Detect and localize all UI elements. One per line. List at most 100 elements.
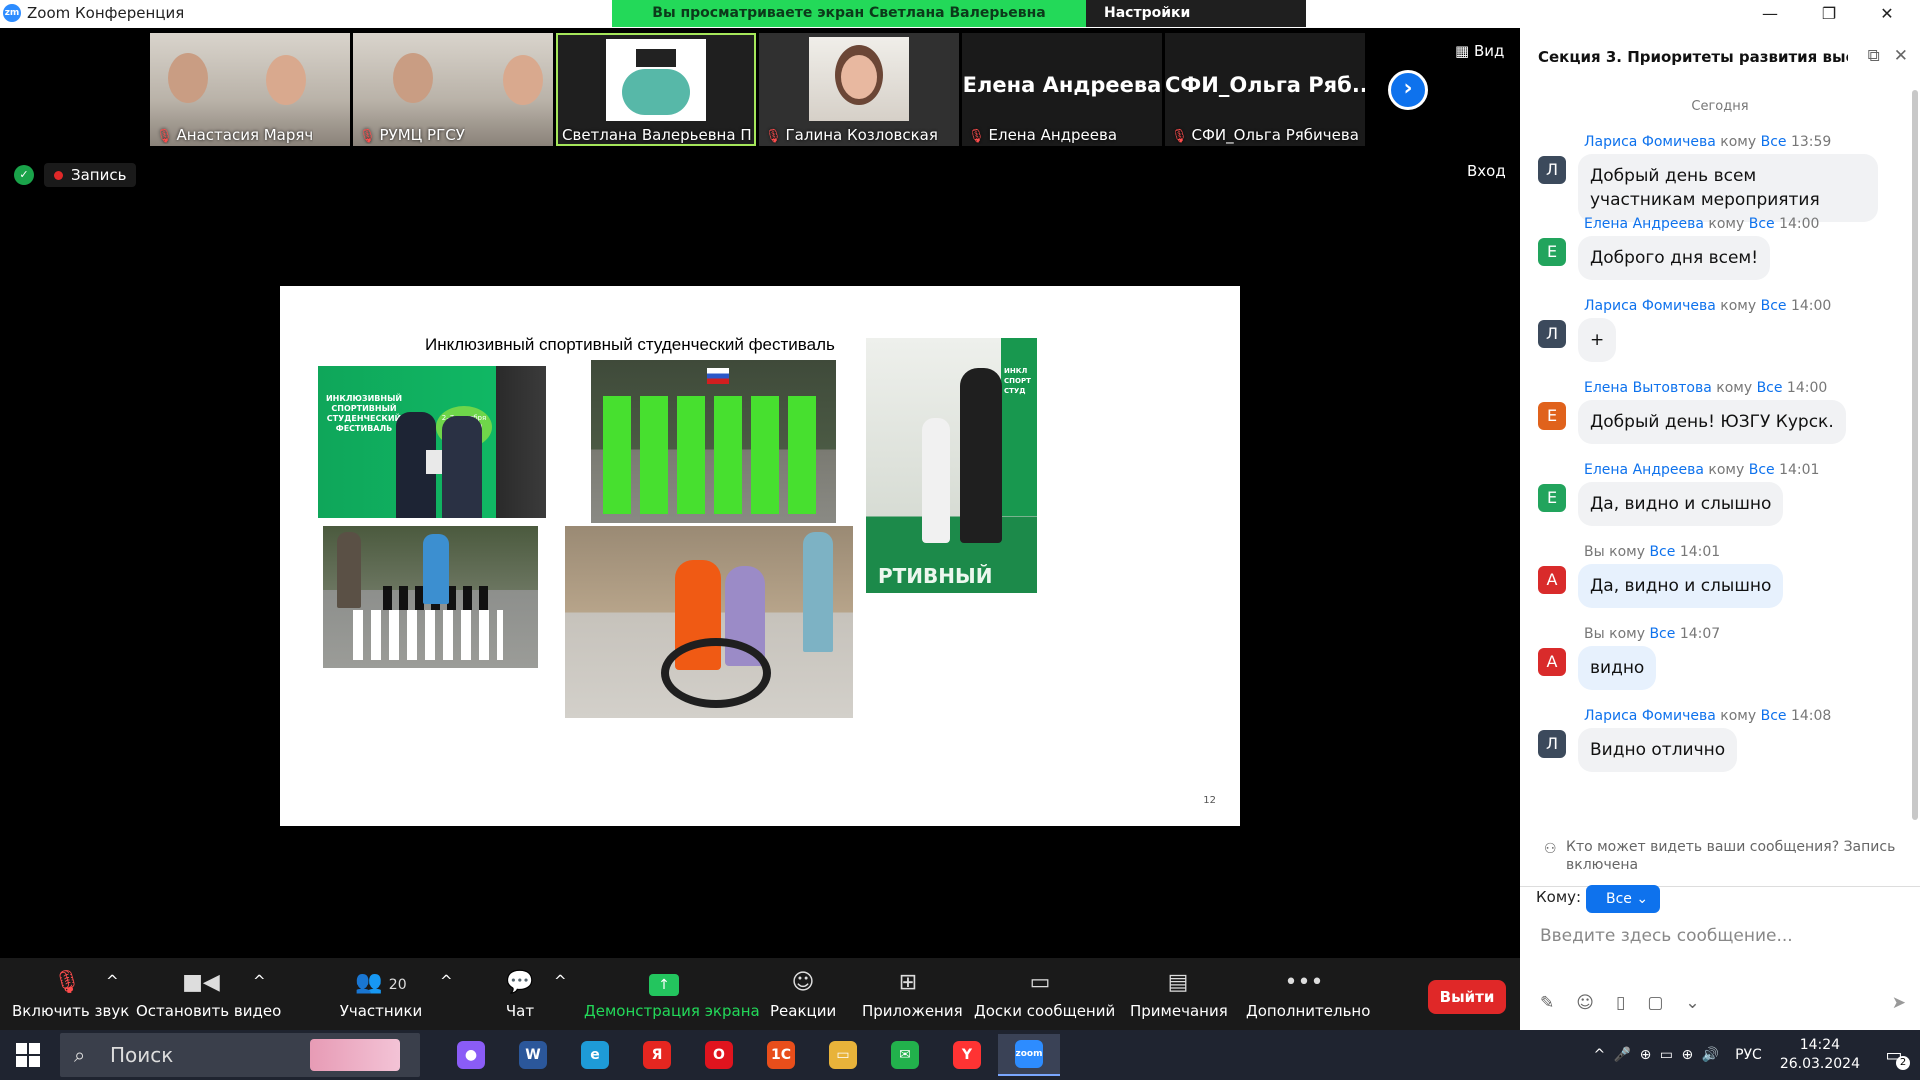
message-time: 14:01 — [1675, 544, 1721, 560]
taskbar-search[interactable]: ⌕ Поиск — [60, 1033, 420, 1077]
photo-wheelchair — [565, 526, 853, 718]
chevron-down-icon: ⌄ — [1636, 891, 1649, 907]
minimize-button[interactable]: — — [1747, 0, 1793, 28]
view-button[interactable]: ▦ Вид — [1455, 42, 1504, 60]
emoji-icon[interactable]: ☺ — [1576, 993, 1594, 1013]
format-text-icon[interactable]: ✎ — [1540, 993, 1554, 1013]
input-language[interactable]: РУС — [1735, 1047, 1762, 1063]
recipient-name[interactable]: Все — [1649, 544, 1675, 560]
login-button[interactable]: Вход — [1467, 162, 1506, 180]
chevron-down-icon[interactable]: ⌄ — [1685, 993, 1699, 1013]
message-time: 14:07 — [1675, 626, 1721, 642]
taskbar-app-ybrowser[interactable]: Y — [936, 1034, 998, 1076]
file-icon[interactable]: ▯ — [1616, 993, 1625, 1013]
taskbar-app-yandex[interactable]: Я — [626, 1034, 688, 1076]
more-button[interactable]: ••• Дополнительно — [1246, 968, 1370, 1020]
audio-options-caret[interactable]: ^ — [106, 972, 119, 990]
taskbar-app-1c[interactable]: 1С — [750, 1034, 812, 1076]
taskbar-app-edge[interactable]: e — [564, 1034, 626, 1076]
screenshot-icon[interactable]: ▢ — [1647, 993, 1663, 1013]
reactions-button[interactable]: ☺ Реакции — [770, 968, 836, 1020]
recording-pill[interactable]: Запись — [44, 163, 137, 187]
participant-tile[interactable]: СФИ_Ольга Ряб... 🎙 СФИ_Ольга Рябичева — [1165, 33, 1365, 146]
leave-button[interactable]: Выйти — [1428, 980, 1506, 1014]
participant-tile[interactable]: Елена Андреева 🎙 Елена Андреева — [962, 33, 1162, 146]
participants-button[interactable]: 👥 20 Участники — [338, 968, 424, 1020]
view-settings-button[interactable]: Настройки просмотра⌄ — [1086, 0, 1306, 48]
person-face — [168, 53, 208, 103]
next-page-button[interactable]: › — [1388, 70, 1428, 110]
recipient-name[interactable]: Все — [1649, 626, 1675, 642]
participant-strip: 🎙 Анастасия Маряч 🎙 РУМЦ РГСУ Светлана Валер… — [150, 33, 1365, 148]
apps-button[interactable]: ⊞ Приложения — [862, 968, 963, 1020]
taskbar-app-wechat[interactable]: ✉ — [874, 1034, 936, 1076]
participant-tile[interactable]: 🎙 Галина Козловская — [759, 33, 959, 146]
popout-icon[interactable]: ⧉ — [1868, 46, 1880, 66]
participant-tile[interactable]: 🎙 Анастасия Маряч — [150, 33, 350, 146]
recipient-name[interactable]: Все — [1757, 380, 1783, 396]
taskbar-app-zoom[interactable]: zoom — [998, 1034, 1060, 1076]
recipient-name[interactable]: Все — [1761, 708, 1787, 724]
privacy-notice[interactable]: ⚇ Кто может видеть ваши сообщения? Запись… — [1538, 838, 1908, 874]
send-icon[interactable]: ➤ — [1892, 993, 1906, 1013]
close-button[interactable]: ✕ — [1864, 0, 1910, 28]
taskbar-app-explorer[interactable]: ▭ — [812, 1034, 874, 1076]
zoom-logo-icon: zm — [3, 4, 21, 22]
participant-tile[interactable]: Светлана Валерьевна Па... — [556, 33, 756, 146]
chat-scrollbar[interactable] — [1912, 90, 1918, 820]
chat-message[interactable]: А Вы кому Все 14:01 Да, видно и слышно — [1520, 544, 1920, 626]
sender-name[interactable]: Лариса Фомичева — [1584, 134, 1716, 150]
chat-message[interactable]: Е Елена Андреева кому Все 14:01 Да, видно … — [1520, 462, 1920, 544]
chat-message[interactable]: Е Елена Андреева кому Все 14:00 Доброго дн… — [1520, 216, 1920, 298]
recipient-select[interactable]: Все ⌄ — [1586, 885, 1660, 913]
recipient-name[interactable]: Все — [1749, 462, 1775, 478]
taskbar-app-alice[interactable]: ● — [440, 1034, 502, 1076]
privacy-text: Кто может видеть ваши сообщения? Запись … — [1566, 839, 1896, 873]
participant-tile[interactable]: 🎙 РУМЦ РГСУ — [353, 33, 553, 146]
wechat-icon: ✉ — [891, 1041, 919, 1069]
notifications-icon[interactable]: ▭ 2 — [1874, 1045, 1914, 1070]
recipient-name[interactable]: Все — [1761, 298, 1787, 314]
participant-name-display: Елена Андреева — [962, 73, 1162, 97]
sender-name[interactable]: Елена Вытовтова — [1584, 380, 1712, 396]
search-highlight-image — [310, 1039, 400, 1071]
notes-button[interactable]: ▤ Примечания — [1130, 968, 1228, 1020]
sender-name[interactable]: Лариса Фомичева — [1584, 708, 1716, 724]
view-label: Вид — [1473, 42, 1505, 60]
sender-name[interactable]: Лариса Фомичева — [1584, 298, 1716, 314]
shared-slide: Инклюзивный спортивный студенческий фест… — [280, 286, 1240, 826]
tray-icons[interactable]: ^ 🎤 ⊕ ▭ ⊕ 🔊 — [1594, 1047, 1722, 1063]
stop-video-button[interactable]: ■◀ Остановить видео — [136, 968, 281, 1020]
person-lock-icon: ⚇ — [1544, 841, 1557, 857]
taskbar-app-word[interactable]: W — [502, 1034, 564, 1076]
apps-icon: ⊞ — [898, 970, 918, 995]
restore-button[interactable]: ❐ — [1806, 0, 1852, 28]
chat-message[interactable]: Л Лариса Фомичева кому Все 13:59 Добрый де… — [1520, 134, 1920, 222]
recipient-name[interactable]: Все — [1749, 216, 1775, 232]
sender-name[interactable]: Елена Андреева — [1584, 462, 1704, 478]
chat-message[interactable]: Е Елена Вытовтова кому Все 14:00 Добрый де… — [1520, 380, 1920, 462]
windows-start-icon[interactable] — [16, 1043, 40, 1067]
chat-message[interactable]: Л Лариса Фомичева кому Все 14:00 + — [1520, 298, 1920, 380]
participants-count: 20 — [388, 977, 407, 993]
slide-title: Инклюзивный спортивный студенческий фест… — [425, 335, 835, 354]
video-options-caret[interactable]: ^ — [253, 972, 266, 990]
clock[interactable]: 14:24 26.03.2024 — [1780, 1036, 1860, 1074]
reactions-label: Реакции — [770, 1002, 837, 1020]
whiteboards-button[interactable]: ▭ Доски сообщений — [974, 968, 1115, 1020]
chat-message[interactable]: Л Лариса Фомичева кому Все 14:08 Видно отл… — [1520, 708, 1920, 790]
participants-options-caret[interactable]: ^ — [440, 972, 453, 990]
share-screen-icon: ↑ — [584, 968, 744, 998]
chat-button[interactable]: 💬 Чат — [500, 968, 540, 1020]
recipient-name[interactable]: Все — [1761, 134, 1787, 150]
share-screen-button[interactable]: ↑ Демонстрация экрана — [584, 968, 760, 1020]
taskbar-app-opera[interactable]: O — [688, 1034, 750, 1076]
system-tray: ^ 🎤 ⊕ ▭ ⊕ 🔊 РУС 14:24 26.03.2024 ▭ 2 — [1594, 1030, 1920, 1080]
chat-message[interactable]: А Вы кому Все 14:07 видно — [1520, 626, 1920, 708]
chat-options-caret[interactable]: ^ — [554, 972, 567, 990]
close-chat-icon[interactable]: ✕ — [1894, 46, 1908, 66]
sender-name[interactable]: Елена Андреева — [1584, 216, 1704, 232]
more-dots-icon: ••• — [1284, 970, 1324, 995]
message-text: Доброго дня всем! — [1578, 236, 1771, 280]
message-input[interactable]: Введите здесь сообщение... — [1540, 926, 1793, 946]
